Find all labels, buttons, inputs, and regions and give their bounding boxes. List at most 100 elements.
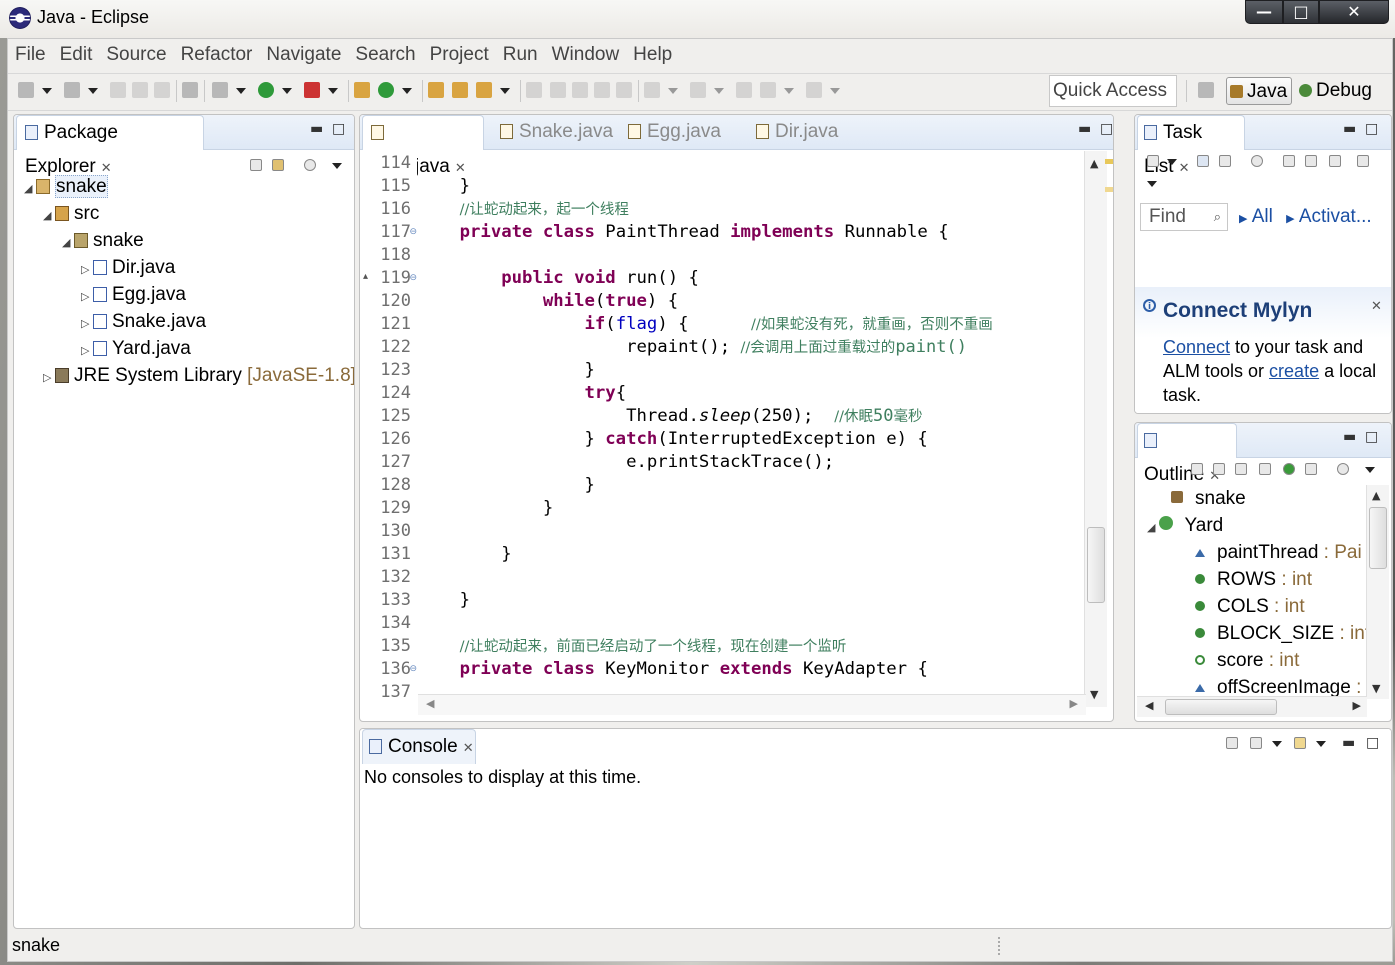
save-icon[interactable] [110, 82, 126, 98]
dropdown-icon[interactable] [88, 88, 98, 94]
debug-dropdown-icon[interactable] [236, 88, 246, 94]
last-edit-icon[interactable] [736, 82, 752, 98]
scroll-left-icon[interactable]: ◀ [426, 697, 434, 710]
code-line[interactable]: if(flag) { //如果蛇没有死，就重画，否则不重画 [418, 313, 992, 336]
close-mylyn-icon[interactable]: ✕ [1371, 299, 1382, 314]
skip-breakpoints-icon[interactable] [182, 82, 198, 98]
next-annotation-dropdown-icon[interactable] [668, 88, 678, 94]
tree-item-dir-java[interactable]: ▷ Dir.java [81, 254, 175, 281]
view-menu-dropdown-icon[interactable] [1147, 181, 1157, 187]
maximize-view-icon[interactable]: □ [1365, 121, 1378, 137]
view-menu-icon[interactable] [1337, 463, 1349, 475]
expanded-arrow-icon[interactable]: ◢ [43, 203, 55, 230]
save-all-icon[interactable] [132, 82, 148, 98]
new-task-dropdown-icon[interactable] [1167, 159, 1177, 165]
menu-source[interactable]: Source [99, 41, 173, 69]
tab-task-list[interactable]: Task List ✕ [1137, 115, 1245, 177]
collapse-all-icon[interactable] [250, 159, 262, 171]
hide-static-icon[interactable] [1259, 463, 1271, 475]
fold-toggle-icon[interactable]: ⊖ [409, 273, 417, 283]
menu-help[interactable]: Help [626, 41, 679, 69]
code-line[interactable]: public void run() { [418, 267, 699, 290]
collapsed-arrow-icon[interactable]: ▷ [43, 365, 55, 392]
scroll-thumb[interactable] [1369, 507, 1387, 569]
outline-item-snake[interactable]: snake [1171, 485, 1246, 512]
hide-non-public-icon[interactable] [1283, 463, 1295, 475]
tab-package-explorer[interactable]: Package Explorer ✕ [16, 115, 204, 177]
tab-outline[interactable]: Outline ✕ [1137, 423, 1237, 485]
new-dropdown-icon[interactable] [42, 88, 52, 94]
new-project-icon[interactable] [64, 82, 80, 98]
connect-link[interactable]: Connect [1163, 337, 1230, 357]
scheduled-icon[interactable] [1219, 155, 1231, 167]
override-marker-icon[interactable]: ▴ [363, 271, 368, 282]
new-icon[interactable] [18, 82, 34, 98]
menu-navigate[interactable]: Navigate [259, 41, 348, 69]
open-type-icon[interactable] [428, 82, 444, 98]
task-find-input[interactable]: Find ⌕ [1140, 203, 1228, 231]
overview-ruler-marker[interactable] [1105, 159, 1113, 164]
run-icon[interactable] [258, 82, 274, 98]
code-line[interactable]: } [418, 474, 594, 497]
collapse-all-icon[interactable] [1191, 463, 1203, 475]
show-whitespace-icon[interactable] [616, 82, 632, 98]
code-line[interactable]: try{ [418, 382, 626, 405]
scroll-right-icon[interactable]: ▶ [1070, 697, 1078, 710]
activate-link[interactable]: Activat... [1299, 206, 1372, 227]
hide-completed-icon[interactable] [1283, 155, 1295, 167]
new-package-icon[interactable] [354, 82, 370, 98]
outline-vertical-scrollbar[interactable]: ▲ ▼ [1366, 485, 1389, 699]
tree-item-jre-system-library[interactable]: ▷ JRE System Library [JavaSE-1.8] [43, 362, 354, 392]
tab-yard-java[interactable]: Yard.java✕ [362, 115, 484, 177]
open-task-icon[interactable] [452, 82, 468, 98]
menu-search[interactable]: Search [348, 41, 422, 69]
code-line[interactable]: //让蛇动起来，前面已经启动了一个线程，现在创建一个监听 [418, 635, 847, 658]
fold-toggle-icon[interactable]: ⊖ [409, 227, 417, 237]
maximize-editor-icon[interactable]: □ [1100, 121, 1113, 137]
code-line[interactable]: private class KeyMonitor extends KeyAdap… [418, 658, 928, 681]
back-icon[interactable] [760, 82, 776, 98]
next-annotation-icon[interactable] [644, 82, 660, 98]
open-console-icon[interactable] [1294, 737, 1306, 749]
maximize-view-icon[interactable]: □ [1366, 735, 1379, 751]
display-console-dropdown-icon[interactable] [1272, 741, 1282, 747]
toggle-mark-icon[interactable] [526, 82, 542, 98]
code-line[interactable]: } catch(InterruptedException e) { [418, 428, 927, 451]
collapsed-arrow-icon[interactable]: ▷ [81, 338, 93, 365]
minimize-view-icon[interactable]: ▬ [310, 121, 323, 137]
expanded-arrow-icon[interactable]: ◢ [24, 176, 36, 203]
open-console-dropdown-icon[interactable] [1316, 741, 1326, 747]
minimize-editor-icon[interactable]: ▬ [1078, 121, 1091, 137]
all-link[interactable]: All [1252, 206, 1273, 227]
link-with-editor-icon[interactable] [272, 159, 284, 171]
menu-refactor[interactable]: Refactor [174, 41, 260, 69]
code-line[interactable]: e.printStackTrace(); [418, 451, 834, 474]
minimize-view-icon[interactable]: ▬ [1343, 429, 1356, 445]
outline-item-yard[interactable]: ◢ Yard [1147, 512, 1223, 539]
quick-access-input[interactable]: Quick Access [1049, 75, 1177, 107]
debug-perspective-button[interactable]: Debug [1296, 77, 1372, 105]
minimize-view-icon[interactable]: ▬ [1342, 735, 1355, 751]
collapsed-arrow-icon[interactable]: ▷ [81, 257, 93, 284]
minimize-view-icon[interactable]: ▬ [1343, 121, 1356, 137]
overview-ruler-marker[interactable] [1105, 187, 1113, 192]
external-tools-icon[interactable] [304, 82, 320, 98]
close-tab-icon[interactable]: ✕ [463, 740, 474, 755]
maximize-view-icon[interactable]: □ [332, 121, 345, 137]
tab-egg-java[interactable]: Egg.java [620, 115, 748, 149]
code-line[interactable]: while(true) { [418, 290, 678, 313]
view-menu-icon[interactable] [304, 159, 316, 171]
scroll-thumb[interactable] [1087, 527, 1105, 603]
menu-window[interactable]: Window [545, 41, 627, 69]
menu-project[interactable]: Project [423, 41, 496, 69]
code-line[interactable]: private class PaintThread implements Run… [418, 221, 949, 244]
fold-toggle-icon[interactable]: ⊖ [409, 664, 417, 674]
collapse-all-icon[interactable] [1329, 155, 1341, 167]
scroll-up-icon[interactable]: ▲ [1090, 157, 1098, 170]
print-icon[interactable] [154, 82, 170, 98]
tree-item-snake-java[interactable]: ▷ Snake.java [81, 308, 206, 335]
tab-snake-java[interactable]: Snake.java [492, 115, 620, 149]
block-select-icon[interactable] [594, 82, 610, 98]
editor-vertical-scrollbar[interactable]: ▲ ▼ [1084, 151, 1107, 707]
outline-item-block-size[interactable]: BLOCK_SIZE : int [1195, 620, 1370, 647]
